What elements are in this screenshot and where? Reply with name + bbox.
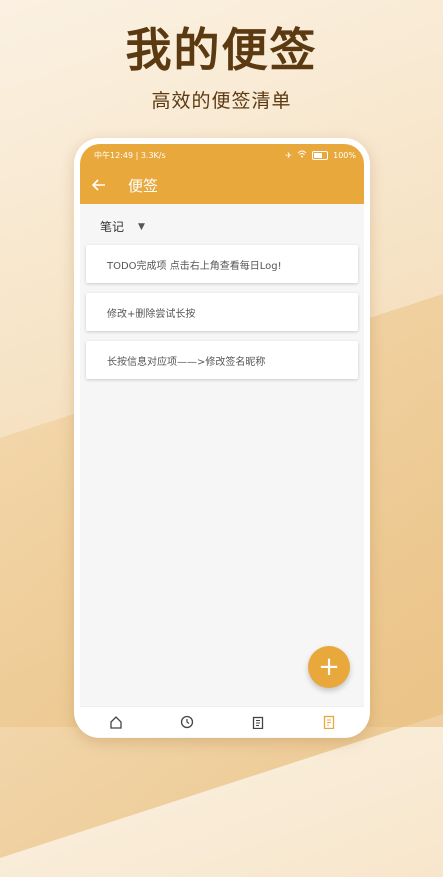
note-icon[interactable] — [317, 712, 341, 732]
app-bar: 便签 — [80, 166, 364, 204]
app-title: 便签 — [128, 176, 159, 195]
phone-screen: 中午12:49 | 3.3K/s ✈ 100% 便签 笔记 ▼ TODO完成项 … — [80, 144, 364, 738]
note-item[interactable]: 修改+删除尝试长按 — [86, 293, 358, 331]
bottom-nav — [80, 706, 364, 737]
note-text: 长按信息对应项——>修改签名昵称 — [107, 356, 266, 368]
battery-icon — [312, 150, 329, 160]
battery-percent: 100% — [333, 150, 356, 160]
caret-down-icon: ▼ — [138, 221, 145, 232]
airplane-icon: ✈ — [285, 150, 293, 160]
category-selected: 笔记 — [100, 220, 125, 234]
phone-frame: 中午12:49 | 3.3K/s ✈ 100% 便签 笔记 ▼ TODO完成项 … — [74, 138, 370, 738]
clock-icon[interactable] — [175, 712, 199, 732]
add-note-button[interactable]: + — [308, 646, 350, 688]
note-item[interactable]: 长按信息对应项——>修改签名昵称 — [86, 341, 358, 379]
note-item[interactable]: TODO完成项 点击右上角查看每日Log! — [86, 245, 358, 283]
promo-headline: 我的便签 — [125, 23, 318, 77]
status-icons: ✈ 100% — [285, 150, 356, 160]
note-text: TODO完成项 点击右上角查看每日Log! — [107, 260, 282, 272]
note-list-area: 笔记 ▼ TODO完成项 点击右上角查看每日Log! 修改+删除尝试长按 长按信… — [80, 204, 364, 379]
home-icon[interactable] — [104, 712, 128, 732]
note-text: 修改+删除尝试长按 — [107, 308, 196, 320]
arrow-left-icon[interactable] — [91, 176, 116, 195]
clipboard-icon[interactable] — [246, 712, 270, 732]
status-bar: 中午12:49 | 3.3K/s ✈ 100% — [80, 144, 364, 166]
promo-subheadline: 高效的便签清单 — [151, 90, 292, 112]
category-dropdown[interactable]: 笔记 ▼ — [100, 218, 364, 235]
wifi-icon — [297, 150, 307, 160]
status-time-speed: 中午12:49 | 3.3K/s — [94, 150, 166, 160]
